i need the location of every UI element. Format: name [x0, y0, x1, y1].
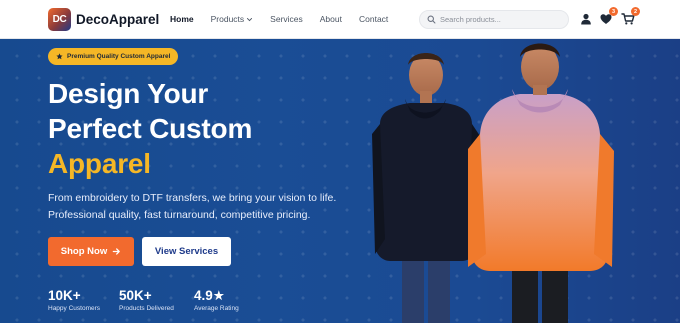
premium-quality-badge: Premium Quality Custom Apparel — [48, 48, 179, 65]
wishlist-button[interactable]: 3 — [599, 7, 618, 26]
cart-count-badge: 2 — [631, 7, 640, 16]
headline-line-1: Design Your — [48, 78, 209, 109]
nav-link-services[interactable]: Services — [270, 14, 303, 24]
nav-link-contact[interactable]: Contact — [359, 14, 388, 24]
wishlist-count-badge: 3 — [609, 7, 618, 16]
main-nav: Home Products Services About Contact — [170, 14, 405, 24]
arrow-right-icon — [112, 248, 121, 255]
chevron-down-icon — [247, 17, 253, 21]
headline-line-3-accent: Apparel — [48, 148, 151, 179]
nav-link-products-label: Products — [210, 14, 245, 24]
hero-headline: Design Your Perfect Custom Apparel — [48, 76, 252, 181]
premium-quality-badge-text: Premium Quality Custom Apparel — [67, 53, 171, 60]
view-services-button[interactable]: View Services — [142, 237, 231, 266]
stat-value: 10K+ — [48, 288, 81, 303]
search-input[interactable] — [440, 15, 560, 24]
user-icon — [581, 13, 591, 25]
shop-now-button[interactable]: Shop Now — [48, 237, 134, 266]
stat-label: Average Rating — [194, 305, 239, 312]
nav-link-products[interactable]: Products — [211, 14, 254, 24]
view-services-label: View Services — [154, 246, 219, 257]
account-button[interactable] — [579, 12, 593, 26]
stat-value: 50K+ — [119, 288, 152, 303]
stat-average-rating: 4.9★ Average Rating — [194, 288, 239, 312]
model-navy-hoodie — [372, 53, 482, 323]
model-gradient-hoodie — [468, 43, 614, 323]
cart-button[interactable]: 2 — [621, 7, 640, 26]
hero-models-image — [372, 43, 614, 323]
search-box[interactable] — [419, 10, 569, 29]
logo-mark: DC — [48, 8, 71, 31]
stat-value: 4.9★ — [194, 288, 225, 303]
brand-name: DecoApparel — [76, 12, 160, 27]
nav-link-home-label: Home — [170, 14, 194, 24]
headline-line-2: Perfect Custom — [48, 113, 253, 144]
stat-products-delivered: 50K+ Products Delivered — [119, 288, 174, 312]
nav-link-about-label: About — [319, 14, 342, 24]
star-icon — [56, 53, 63, 60]
nav-link-services-label: Services — [270, 14, 303, 24]
stat-label: Products Delivered — [119, 305, 174, 312]
hero-subtitle: From embroidery to DTF transfers, we bri… — [48, 192, 337, 221]
nav-link-about[interactable]: About — [320, 14, 342, 24]
hero-section: Premium Quality Custom Apparel Design Yo… — [0, 39, 680, 323]
top-navbar: DC DecoApparel Home Products Services Ab… — [0, 0, 680, 39]
stat-label: Happy Customers — [48, 305, 101, 312]
brand-logo[interactable]: DC DecoApparel — [48, 8, 159, 31]
shop-now-label: Shop Now — [60, 246, 108, 257]
stat-happy-customers: 10K+ Happy Customers — [48, 288, 100, 312]
nav-link-home[interactable]: Home — [170, 14, 194, 24]
search-icon — [427, 15, 436, 24]
nav-link-contact-label: Contact — [358, 14, 389, 24]
